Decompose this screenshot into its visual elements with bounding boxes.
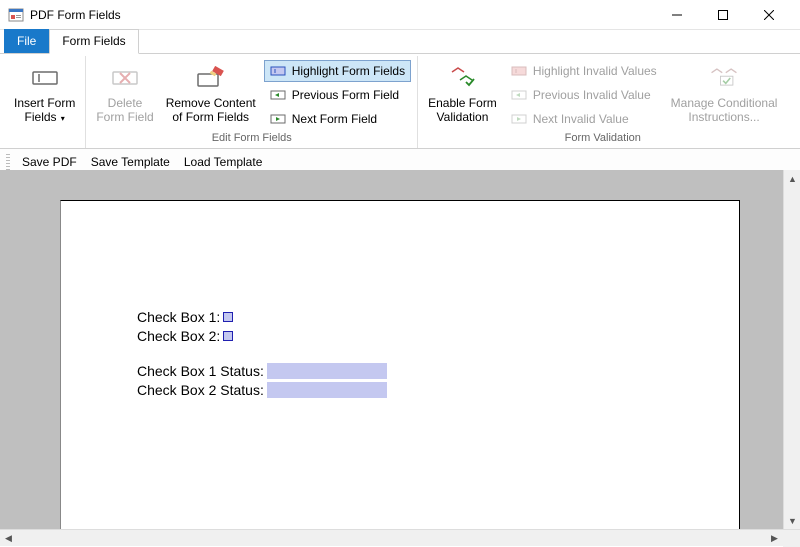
scroll-down-icon[interactable]: ▼ — [784, 512, 800, 529]
highlight-form-fields-icon — [270, 63, 286, 79]
ribbon: Insert Form Fields ▾ Delete Form Field R… — [0, 54, 800, 149]
highlight-invalid-label: Highlight Invalid Values — [533, 64, 657, 78]
scroll-up-icon[interactable]: ▲ — [784, 170, 800, 187]
scroll-left-icon[interactable]: ◀ — [0, 530, 17, 547]
scroll-right-icon[interactable]: ▶ — [766, 530, 783, 547]
manage-conditional-label: Manage Conditional Instructions... — [671, 96, 778, 124]
title-bar: PDF Form Fields — [0, 0, 800, 30]
close-button[interactable] — [746, 0, 792, 30]
dropdown-arrow-icon: ▾ — [59, 114, 65, 123]
enable-form-validation-icon — [446, 62, 478, 94]
remove-content-label: Remove Content of Form Fields — [166, 96, 256, 124]
checkbox2-status-field[interactable] — [267, 382, 387, 398]
checkbox2-label: Check Box 2: — [137, 328, 220, 344]
group-label-validation: Form Validation — [422, 130, 783, 148]
next-invalid-label: Next Invalid Value — [533, 112, 629, 126]
tab-file[interactable]: File — [4, 29, 49, 53]
document-area: Check Box 1: Check Box 2: Check Box 1 St… — [0, 170, 800, 529]
insert-form-fields-label: Insert Form Fields — [14, 96, 75, 124]
load-template-button[interactable]: Load Template — [178, 152, 269, 172]
delete-form-field-label: Delete Form Field — [96, 96, 153, 124]
enable-form-validation-button[interactable]: Enable Form Validation — [422, 60, 503, 126]
highlight-form-fields-label: Highlight Form Fields — [292, 64, 405, 78]
checkbox1-label: Check Box 1: — [137, 309, 220, 325]
group-edit: Delete Form Field Remove Content of Form… — [86, 56, 418, 148]
insert-form-fields-button[interactable]: Insert Form Fields ▾ — [8, 60, 81, 128]
scroll-corner — [783, 530, 800, 547]
enable-form-validation-label: Enable Form Validation — [428, 96, 497, 124]
ribbon-tabs: File Form Fields — [0, 30, 800, 54]
vertical-scrollbar[interactable]: ▲ ▼ — [783, 170, 800, 529]
insert-form-fields-icon — [29, 62, 61, 94]
checkbox1-status-field[interactable] — [267, 363, 387, 379]
group-label-empty1 — [8, 128, 81, 146]
previous-invalid-label: Previous Invalid Value — [533, 88, 651, 102]
checkbox2-field[interactable] — [223, 331, 233, 341]
checkbox1-status-label: Check Box 1 Status: — [137, 363, 264, 379]
manage-conditional-icon — [708, 62, 740, 94]
remove-content-button[interactable]: Remove Content of Form Fields — [160, 60, 262, 126]
horizontal-scrollbar[interactable]: ◀ ▶ — [0, 529, 800, 546]
group-label-edit: Edit Form Fields — [90, 130, 413, 148]
checkbox2-status-label: Check Box 2 Status: — [137, 382, 264, 398]
pdf-page: Check Box 1: Check Box 2: Check Box 1 St… — [60, 200, 740, 529]
next-form-field-label: Next Form Field — [292, 112, 377, 126]
tab-form-fields[interactable]: Form Fields — [49, 29, 138, 54]
document-viewport[interactable]: Check Box 1: Check Box 2: Check Box 1 St… — [0, 170, 783, 529]
previous-form-field-button[interactable]: Previous Form Field — [264, 84, 411, 106]
previous-invalid-button[interactable]: Previous Invalid Value — [505, 84, 663, 106]
next-form-field-button[interactable]: Next Form Field — [264, 108, 411, 130]
delete-form-field-button[interactable]: Delete Form Field — [90, 60, 159, 126]
minimize-button[interactable] — [654, 0, 700, 30]
maximize-button[interactable] — [700, 0, 746, 30]
manage-conditional-button[interactable]: Manage Conditional Instructions... — [665, 60, 784, 126]
app-icon — [8, 7, 24, 23]
save-template-button[interactable]: Save Template — [85, 152, 176, 172]
highlight-form-fields-button[interactable]: Highlight Form Fields — [264, 60, 411, 82]
next-invalid-button[interactable]: Next Invalid Value — [505, 108, 663, 130]
previous-form-field-icon — [270, 87, 286, 103]
group-insert: Insert Form Fields ▾ — [4, 56, 86, 148]
save-pdf-button[interactable]: Save PDF — [16, 152, 83, 172]
highlight-invalid-button[interactable]: Highlight Invalid Values — [505, 60, 663, 82]
next-invalid-icon — [511, 111, 527, 127]
group-validation: Enable Form Validation Highlight Invalid… — [418, 56, 787, 148]
window-title: PDF Form Fields — [30, 8, 121, 22]
toolbar-grip-icon — [6, 154, 10, 170]
checkbox1-field[interactable] — [223, 312, 233, 322]
highlight-invalid-icon — [511, 63, 527, 79]
next-form-field-icon — [270, 111, 286, 127]
remove-content-icon — [195, 62, 227, 94]
delete-form-field-icon — [109, 62, 141, 94]
previous-invalid-icon — [511, 87, 527, 103]
previous-form-field-label: Previous Form Field — [292, 88, 399, 102]
